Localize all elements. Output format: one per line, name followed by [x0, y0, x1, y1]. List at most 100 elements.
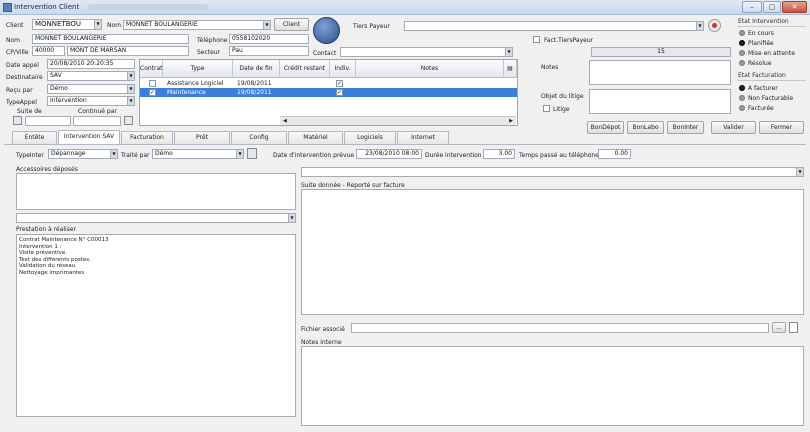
etat-radio-planifiee[interactable] [739, 40, 745, 46]
tel-field[interactable]: 0558102020 [229, 34, 309, 44]
fact-option-label: Facturée [748, 105, 774, 112]
tab-intervention-sav[interactable]: Intervention SAV [58, 130, 120, 144]
client-button[interactable]: Client [274, 18, 309, 31]
fact-radio-facturee[interactable] [739, 105, 745, 111]
secteur-field[interactable]: Pau [229, 46, 309, 56]
nom2-field[interactable]: MONNET BOULANGERIE [32, 34, 189, 44]
secteur-label: Secteur [197, 49, 221, 56]
contact-label: Contact [313, 50, 337, 57]
window-title: Intervention Client [14, 3, 80, 11]
recu-par-select[interactable]: Démo ▼ [47, 84, 135, 94]
date-appel-field[interactable]: 20/08/2010 20:20:35 [47, 59, 135, 69]
etat-radio-attente[interactable] [739, 50, 745, 56]
tiers-select[interactable]: ▼ [404, 21, 704, 31]
client-code-select[interactable]: MONNETBOU ▼ [32, 19, 102, 30]
count-field: 15 [591, 47, 731, 57]
continue-par-icon[interactable] [124, 116, 133, 125]
litige-checkbox[interactable] [543, 105, 550, 112]
tab-entete[interactable]: Entête [12, 131, 57, 144]
bon-depot-button[interactable]: BonDépot [587, 121, 624, 134]
contact-select[interactable]: ▼ [340, 47, 513, 57]
type-appel-select[interactable]: Intervention ▼ [47, 96, 135, 106]
row-contrat-checkbox[interactable]: ✓ [149, 89, 156, 96]
fact-tiers-label: Fact.TiersPayeur [544, 37, 594, 44]
tiers-settings-icon[interactable] [708, 19, 721, 32]
tab-divider [4, 144, 806, 145]
suite-select[interactable]: ▼ [301, 167, 804, 177]
minimize-button[interactable]: – [742, 1, 762, 13]
row-type: Maintenance [167, 89, 206, 96]
row-date: 19/08/2011 [237, 89, 272, 96]
temps-field[interactable]: 0.00 [598, 149, 631, 159]
continue-par-label: Continué par [78, 108, 117, 115]
grid-header-indiv[interactable]: Indiv. [330, 60, 356, 78]
etat-facturation-title: Etat Facturation [738, 72, 786, 79]
continue-par-field[interactable] [73, 116, 121, 126]
fichier-browse-button[interactable]: ... [772, 322, 786, 333]
accessoires-field[interactable] [16, 173, 296, 210]
fact-tiers-checkbox[interactable] [533, 36, 540, 43]
etat-radio-resolue[interactable] [739, 60, 745, 66]
prestation-line: Nettoyage imprimantes [19, 269, 85, 276]
globe-icon[interactable] [313, 17, 340, 44]
destinataire-select[interactable]: SAV ▼ [47, 71, 135, 81]
nom-select[interactable]: MONNET BOULANGERIE ▼ [123, 20, 271, 30]
grid-header-type[interactable]: Type [163, 60, 233, 78]
notes-interne-label: Notes interne [301, 339, 342, 346]
typeinter-select[interactable]: Dépannage ▼ [48, 149, 118, 159]
etat-intervention-title: Etat Intervention [738, 18, 789, 25]
row-type: Assistance Logiciel [167, 80, 224, 87]
close-button[interactable]: ✕ [782, 1, 807, 13]
suite-de-icon[interactable] [13, 116, 22, 125]
fact-radio-non-facturable[interactable] [739, 95, 745, 101]
file-open-icon[interactable] [789, 322, 798, 333]
etat-radio-en-cours[interactable] [739, 30, 745, 36]
date-prevue-field[interactable]: 23/08/2010 08:00 [356, 149, 422, 159]
app-icon [3, 3, 12, 12]
table-row[interactable]: Assistance Logiciel 19/08/2011 ✓ [140, 79, 517, 88]
facturation-divider [738, 80, 806, 81]
grid-header-date-fin[interactable]: Date de fin [233, 60, 280, 78]
tab-materiel[interactable]: Matériel [288, 131, 343, 144]
grid-header-contrat[interactable]: Contrat [140, 60, 163, 78]
tab-logiciels[interactable]: Logiciels [344, 131, 396, 144]
ville-field[interactable]: MONT DE MARSAN [67, 46, 189, 56]
row-indiv-checkbox[interactable]: ✓ [336, 80, 343, 87]
suite-donnee-label: Suite donnée - Reporté sur facture [301, 182, 405, 189]
suite-de-field[interactable] [25, 116, 71, 126]
fact-radio-a-facturer[interactable] [739, 85, 745, 91]
tab-internet[interactable]: Internet [397, 131, 449, 144]
typeinter-label: TypeInter [16, 152, 44, 159]
calendar-icon[interactable] [247, 148, 257, 159]
objet-litige-field[interactable] [589, 89, 731, 114]
prestation-field[interactable]: Contrat Maintenance N° C00013 Interventi… [16, 234, 296, 417]
grid-header-options-icon[interactable]: ▤ [504, 60, 517, 78]
notes-label: Notes [541, 64, 559, 71]
duree-field[interactable]: 3.00 [483, 149, 515, 159]
valider-button[interactable]: Valider [711, 121, 756, 134]
suite-donnee-field[interactable] [301, 189, 804, 315]
bon-inter-button[interactable]: BonInter [667, 121, 704, 134]
maximize-button[interactable]: ▢ [763, 1, 781, 13]
traite-par-select[interactable]: Démo ▼ [152, 149, 244, 159]
fichier-field[interactable] [351, 323, 769, 333]
grid-scrollbar[interactable]: ◀ ▶ [280, 116, 516, 125]
row-date: 19/08/2011 [237, 80, 272, 87]
row-indiv-checkbox[interactable]: ✓ [336, 89, 343, 96]
row-contrat-checkbox[interactable] [149, 80, 156, 87]
grid-header-notes[interactable]: Notes [356, 60, 504, 78]
etat-option-label: Résolue [748, 60, 772, 67]
litige-label: Litige [553, 106, 570, 113]
fermer-button[interactable]: Fermer [759, 121, 804, 134]
tab-config[interactable]: Config [231, 131, 287, 144]
tab-pret[interactable]: Prêt [174, 131, 230, 144]
cp-field[interactable]: 40000 [32, 46, 65, 56]
table-row[interactable]: ✓ Maintenance 19/08/2011 ✓ [140, 88, 517, 97]
accessoires-select[interactable]: ▼ [16, 213, 296, 223]
grid-header-credit[interactable]: Crédit restant [280, 60, 330, 78]
contract-grid: Contrat Type Date de fin Crédit restant … [139, 59, 518, 126]
notes-field[interactable] [589, 60, 731, 85]
bon-labo-button[interactable]: BonLabo [627, 121, 664, 134]
tab-facturation[interactable]: Facturation [121, 131, 173, 144]
notes-interne-field[interactable] [301, 346, 804, 426]
